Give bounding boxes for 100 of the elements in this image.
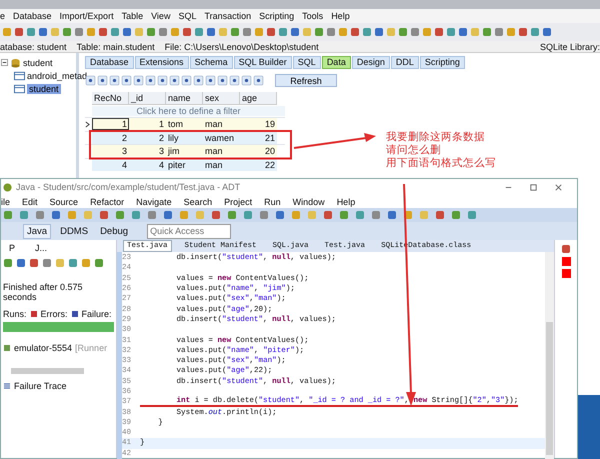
view-tab[interactable]: P [9,243,16,253]
menu-item[interactable]: Search [184,196,212,206]
tab[interactable]: Scripting [420,56,465,69]
table-cell: wamen [203,132,240,144]
menu-item[interactable]: Window [292,196,325,206]
tab[interactable]: Data [322,56,351,69]
table-icon [14,84,25,94]
menu-item[interactable]: ile [1,196,10,206]
refresh-button[interactable]: Refresh [275,74,337,87]
tab[interactable]: Schema [190,56,233,69]
tab[interactable]: DDL [390,56,419,69]
table-cell: tom [166,118,203,130]
perspective-button[interactable]: DDMS [57,224,92,238]
column-header[interactable]: _id [129,92,166,105]
table-cell: 20 [240,145,277,158]
navigator-icon[interactable] [145,75,156,86]
problem-marker[interactable] [562,257,570,266]
table-cell: man [203,145,240,158]
view-tab[interactable]: J... [35,243,48,253]
navigator-icon[interactable] [121,75,132,86]
tab[interactable]: Database [85,56,134,69]
device-icon [3,344,11,352]
navigator-icon[interactable] [85,75,96,86]
library-label: SQLite Library: [540,42,600,52]
table-cell: 1 [92,118,129,130]
menu-item[interactable]: Edit [22,196,38,206]
annotation-text: 我要删除这两条数据 [386,131,486,144]
table-cell: jim [166,145,203,158]
file-path: File: C:\Users\Lenovo\Desktop\student [164,42,319,52]
menu-item[interactable]: e [0,11,6,21]
tab[interactable]: Extensions [134,56,189,69]
runs-label: Runs: [3,309,27,319]
navigator-icon[interactable] [241,75,252,86]
annotation-text: 请问怎么删 [386,144,442,157]
table-cell: lily [166,132,203,144]
error-icon [30,310,38,318]
table-cell: piter [166,158,203,171]
list-icon [3,382,11,390]
menu-item[interactable]: Transaction [204,11,252,21]
navigator-icon[interactable] [109,75,120,86]
navigator-icon[interactable] [157,75,168,86]
navigator-icon[interactable] [181,75,192,86]
menu-item[interactable]: Table [122,11,144,21]
table-cell: 2 [129,132,166,144]
table-cell: 22 [240,158,277,171]
table-cell: 2 [92,132,129,144]
problem-marker[interactable] [562,269,570,278]
column-header[interactable]: name [166,92,203,105]
navigator-icon[interactable] [253,75,264,86]
database-icon [10,58,21,68]
table-cell: 3 [129,145,166,158]
navigator-icon[interactable] [133,75,144,86]
menu-item[interactable]: Refactor [90,196,124,206]
perspective-button[interactable]: Java [23,224,52,238]
menu-item[interactable]: Project [224,196,252,206]
desktop-background [578,395,600,459]
navigator-icon[interactable] [97,75,108,86]
table-cell: 4 [129,158,166,171]
table-cell: 4 [92,158,129,171]
menu-item[interactable]: SQL [178,11,196,21]
tab[interactable]: SQL Builder [234,56,292,69]
app-icon [3,182,12,192]
scrollbar[interactable] [11,368,84,374]
navigator-icon[interactable] [217,75,228,86]
tab[interactable]: Design [352,56,390,69]
navigator-icon[interactable] [169,75,180,86]
table-cell: 19 [240,118,277,130]
filter-row[interactable]: Click here to define a filter [92,106,285,116]
table-label: Table: main.student [76,42,155,52]
perspective-button[interactable]: Debug [97,224,132,238]
quick-access-field[interactable]: Quick Access [147,224,232,238]
navigator-icon[interactable] [205,75,216,86]
menu-item[interactable]: Navigate [136,196,172,206]
scrollbar[interactable] [545,252,554,459]
tree-item[interactable]: student [23,58,53,68]
menu-item[interactable]: Run [264,196,281,206]
tree-item[interactable]: android_metad [27,70,88,80]
column-header[interactable]: sex [203,92,240,105]
tab[interactable]: SQL [292,56,321,69]
menu-item[interactable]: Import/Export [60,11,114,21]
menu-item[interactable]: Tools [302,11,324,21]
toolbar-icon[interactable] [561,244,571,254]
menu-item[interactable]: Source [50,196,78,206]
database-label: atabase: student [0,42,67,52]
failure-trace-label: Failure Trace [14,381,67,391]
menu-item[interactable]: Help [331,11,350,21]
expander-icon[interactable] [1,59,8,66]
table-cell: man [203,118,240,130]
menu-item[interactable]: Scripting [259,11,294,21]
failure-icon [70,310,79,318]
column-header[interactable]: age [240,92,277,105]
menu-item[interactable]: Help [336,196,356,206]
navigator-icon[interactable] [229,75,240,86]
menu-item[interactable]: Database [13,11,52,21]
menu-item[interactable]: View [151,11,170,21]
column-header[interactable]: RecNo [92,92,129,105]
tree-item[interactable]: student [27,84,61,94]
navigator-icon[interactable] [193,75,204,86]
maximize-icon[interactable] [529,182,538,192]
close-icon[interactable] [554,182,563,192]
